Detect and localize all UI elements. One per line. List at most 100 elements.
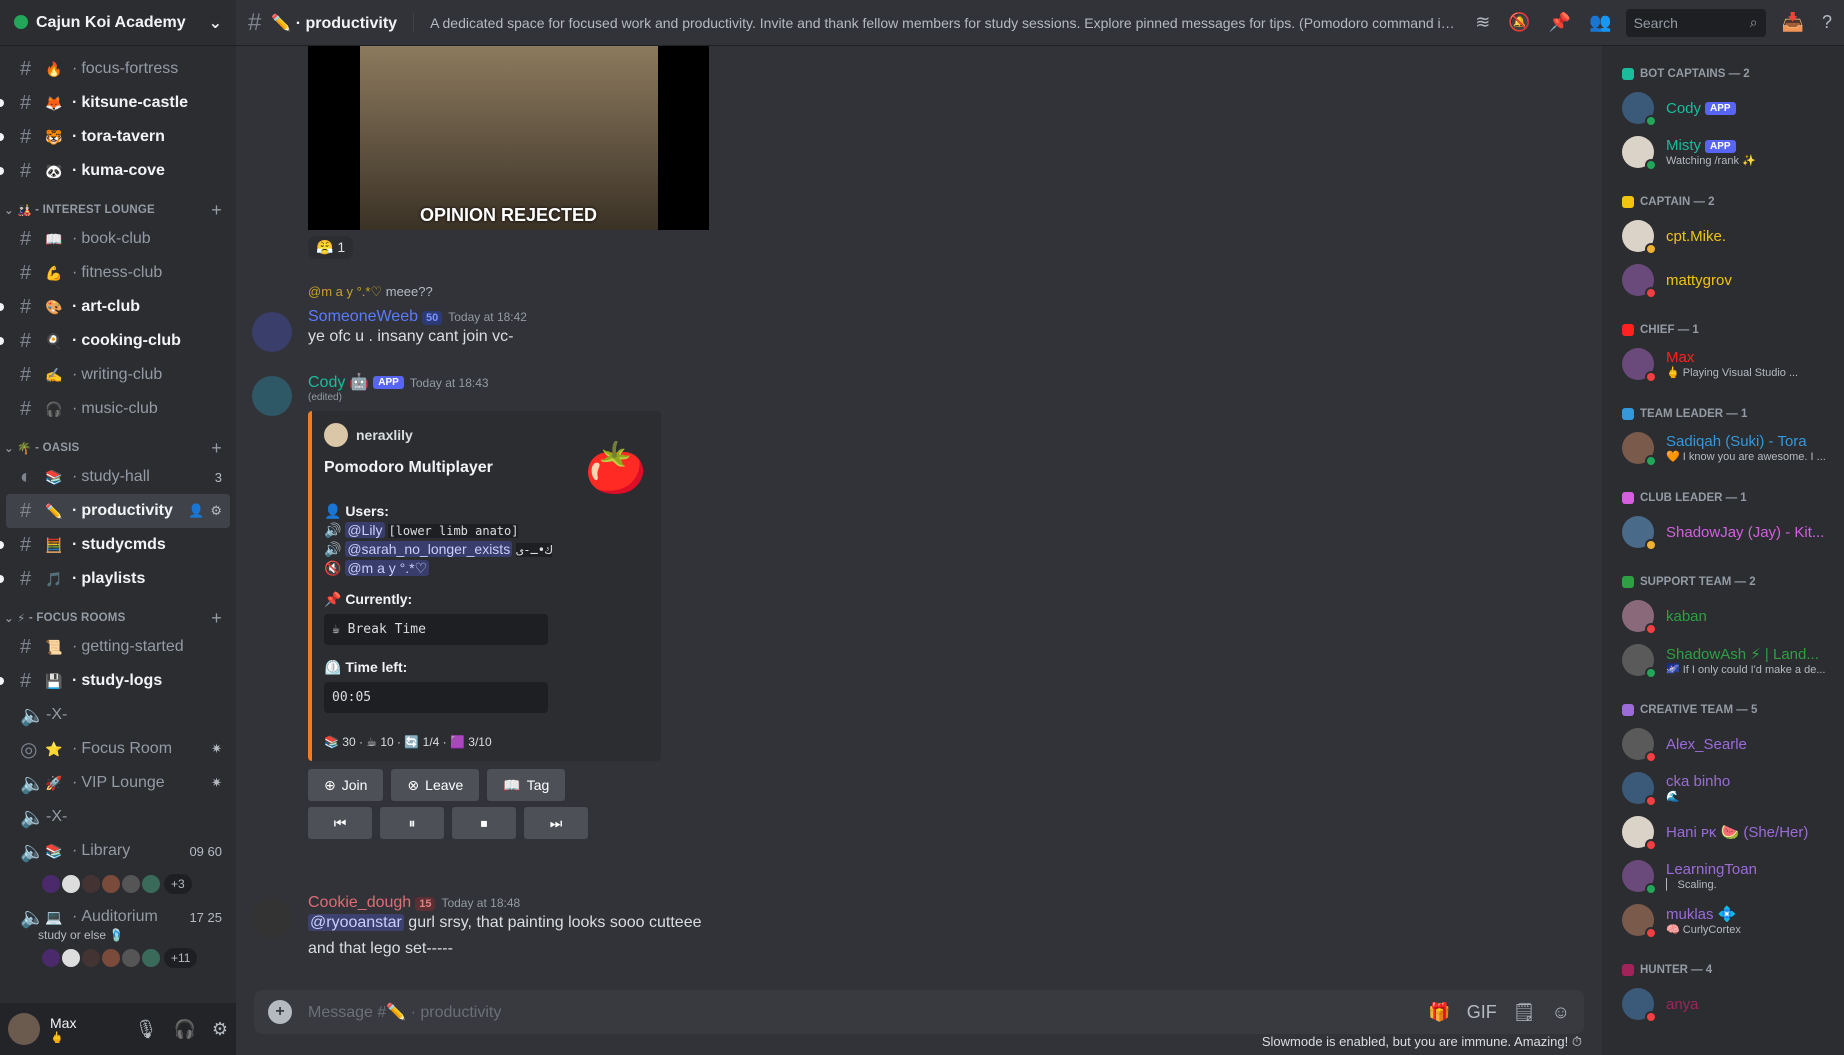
channel-kitsune-castle[interactable]: # 🦊 · kitsune-castle [0, 86, 230, 120]
video-embed[interactable]: OPINION REJECTED [308, 46, 709, 230]
avatar[interactable] [60, 947, 82, 969]
voice-participants[interactable]: +3 [0, 868, 236, 900]
avatar[interactable] [40, 873, 62, 895]
member-item[interactable]: Hani ᴘᴋ 🍉 (She/Her) [1622, 810, 1836, 854]
reply-preview[interactable]: @m a y °.*♡ meee?? [236, 284, 1576, 300]
message-input[interactable]: + Message #✏️ · productivity 🎁 GIF 🗒 ☺ [254, 990, 1584, 1034]
member-item[interactable]: ShadowJay (Jay) - Kit... [1622, 510, 1836, 554]
avatar[interactable] [252, 898, 292, 938]
channel-fitness-club[interactable]: # 💪 · fitness-club [6, 256, 230, 290]
gift-icon[interactable]: 🎁 [1428, 1002, 1450, 1023]
category-header[interactable]: ⌄ 🌴 - OASIS + [0, 426, 236, 460]
inbox-icon[interactable]: 📥 [1782, 12, 1804, 33]
channel-topic[interactable]: A dedicated space for focused work and p… [430, 15, 1459, 31]
author[interactable]: Cookie_dough [308, 894, 411, 911]
avatar[interactable] [252, 376, 292, 416]
member-item[interactable]: cka binho 🌊 [1622, 766, 1836, 810]
channel-art-club[interactable]: # 🎨 · art-club [0, 290, 230, 324]
channel-getting-started[interactable]: # 📜 · getting-started [6, 630, 230, 664]
author[interactable]: Cody [308, 374, 345, 391]
skip-button[interactable]: ⏭ [524, 807, 588, 839]
member-item[interactable]: Misty APP Watching /rank ✨ [1622, 130, 1836, 174]
channel-Auditorium[interactable]: 🔈 💻 · Auditorium 17 25 [6, 900, 230, 934]
channel-kuma-cove[interactable]: # 🐼 · kuma-cove [0, 154, 230, 188]
avatar[interactable] [140, 947, 162, 969]
headphones-icon[interactable]: 🎧 [173, 1019, 195, 1040]
pin-icon[interactable]: 📌 [1549, 12, 1571, 33]
mention[interactable]: @Lily [345, 522, 385, 538]
voice-participants[interactable]: +11 [0, 942, 236, 974]
member-item[interactable]: anya [1622, 982, 1836, 1026]
member-item[interactable]: LearningToan ▏ Scaling. [1622, 854, 1836, 898]
member-item[interactable]: Sadiqah (Suki) - Tora 🧡 I know you are aw… [1622, 426, 1836, 470]
mute-bell-icon[interactable]: 🔕 [1508, 12, 1530, 33]
channel--X-[interactable]: 🔈 -X- [6, 800, 230, 834]
join-button[interactable]: ⊕ Join [308, 769, 384, 801]
gear-icon[interactable]: ⚙ [210, 503, 222, 519]
add-channel-icon[interactable]: + [211, 608, 222, 629]
avatar[interactable] [140, 873, 162, 895]
member-item[interactable]: Alex_Searle [1622, 722, 1836, 766]
avatar[interactable] [100, 947, 122, 969]
member-item[interactable]: kaban [1622, 594, 1836, 638]
leave-button[interactable]: ⊗ Leave [391, 769, 480, 801]
emoji-icon[interactable]: ☺ [1552, 1002, 1570, 1023]
channel-tora-tavern[interactable]: # 🐯 · tora-tavern [0, 120, 230, 154]
author[interactable]: SomeoneWeeb [308, 308, 418, 325]
mention[interactable]: @m a y °.*♡ [345, 560, 430, 576]
channel-Library[interactable]: 🔈 📚 · Library 09 60 [6, 834, 230, 868]
member-name: cka binho [1666, 773, 1731, 790]
stop-button[interactable]: ⏹ [452, 807, 516, 839]
previous-button[interactable]: ⏮ [308, 807, 372, 839]
avatar[interactable] [8, 1013, 40, 1045]
channel--X-[interactable]: 🔈 -X- [6, 698, 230, 732]
help-icon[interactable]: ? [1822, 12, 1832, 33]
channel-Focus Room[interactable]: ◎ ⭐ · Focus Room ✷ [6, 732, 230, 766]
channel-playlists[interactable]: # 🎵 · playlists [0, 562, 230, 596]
plus-icon[interactable]: + [268, 1000, 292, 1024]
avatar[interactable] [100, 873, 122, 895]
members-icon[interactable]: 👥 [1589, 12, 1611, 33]
add-channel-icon[interactable]: + [211, 200, 222, 221]
member-item[interactable]: mattygrov [1622, 258, 1836, 302]
channel-productivity[interactable]: # ✏️ · productivity 👤 ⚙ [6, 494, 230, 528]
avatar[interactable] [80, 873, 102, 895]
search-input[interactable]: Search ⌕ [1625, 8, 1766, 37]
gif-icon[interactable]: GIF [1467, 1002, 1497, 1023]
channel-book-club[interactable]: # 📖 · book-club [6, 222, 230, 256]
member-item[interactable]: Cody APP [1622, 86, 1836, 130]
avatar[interactable] [120, 873, 142, 895]
category-header[interactable]: ⌄ 🎎 - INTEREST LOUNGE + [0, 188, 236, 222]
avatar[interactable] [120, 947, 142, 969]
mention[interactable]: @ryooanstar [308, 914, 404, 931]
channel-VIP Lounge[interactable]: 🔈 🚀 · VIP Lounge ✷ [6, 766, 230, 800]
category-header[interactable]: ⌄ ⚡ - FOCUS ROOMS + [0, 596, 236, 630]
avatar[interactable] [40, 947, 62, 969]
tag-button[interactable]: 📖 Tag [487, 769, 566, 801]
add-channel-icon[interactable]: + [211, 438, 222, 459]
channel-music-club[interactable]: # 🎧 · music-club [6, 392, 230, 426]
channel-study-hall[interactable]: ◐ 📚 · study-hall 3 [6, 460, 230, 494]
reaction[interactable]: 😤 1 [308, 236, 354, 259]
member-item[interactable]: ShadowAsh ⚡ | Land... 🌌 If I only could I… [1622, 638, 1836, 682]
gear-icon[interactable]: ⚙ [212, 1019, 228, 1040]
member-item[interactable]: Max 🖕 Playing Visual Studio ... [1622, 342, 1836, 386]
channel-study-logs[interactable]: # 💾 · study-logs [0, 664, 230, 698]
sticker-icon[interactable]: 🗒 [1513, 1002, 1536, 1023]
avatar[interactable] [252, 312, 292, 352]
microphone-icon[interactable]: 🎙 [135, 1019, 158, 1040]
avatar[interactable] [80, 947, 102, 969]
channel-studycmds[interactable]: # 🧮 · studycmds [0, 528, 230, 562]
server-header[interactable]: Cajun Koi Academy ⌄ [0, 0, 236, 46]
channel-writing-club[interactable]: # ✍️ · writing-club [6, 358, 230, 392]
avatar[interactable] [60, 873, 82, 895]
member-item[interactable]: cpt.Mike. [1622, 214, 1836, 258]
invite-icon[interactable]: 👤 [188, 503, 204, 519]
mention[interactable]: @sarah_no_longer_exists [345, 541, 513, 557]
member-item[interactable]: muklas 💠 🧠 CurlyCortex [1622, 898, 1836, 942]
threads-icon[interactable]: ≋ [1475, 12, 1490, 33]
chevron-down-icon[interactable]: ⌄ [209, 13, 222, 33]
channel-cooking-club[interactable]: # 🍳 · cooking-club [0, 324, 230, 358]
pause-button[interactable]: ⏸ [380, 807, 444, 839]
channel-focus-fortress[interactable]: # 🔥 · focus-fortress [6, 52, 230, 86]
